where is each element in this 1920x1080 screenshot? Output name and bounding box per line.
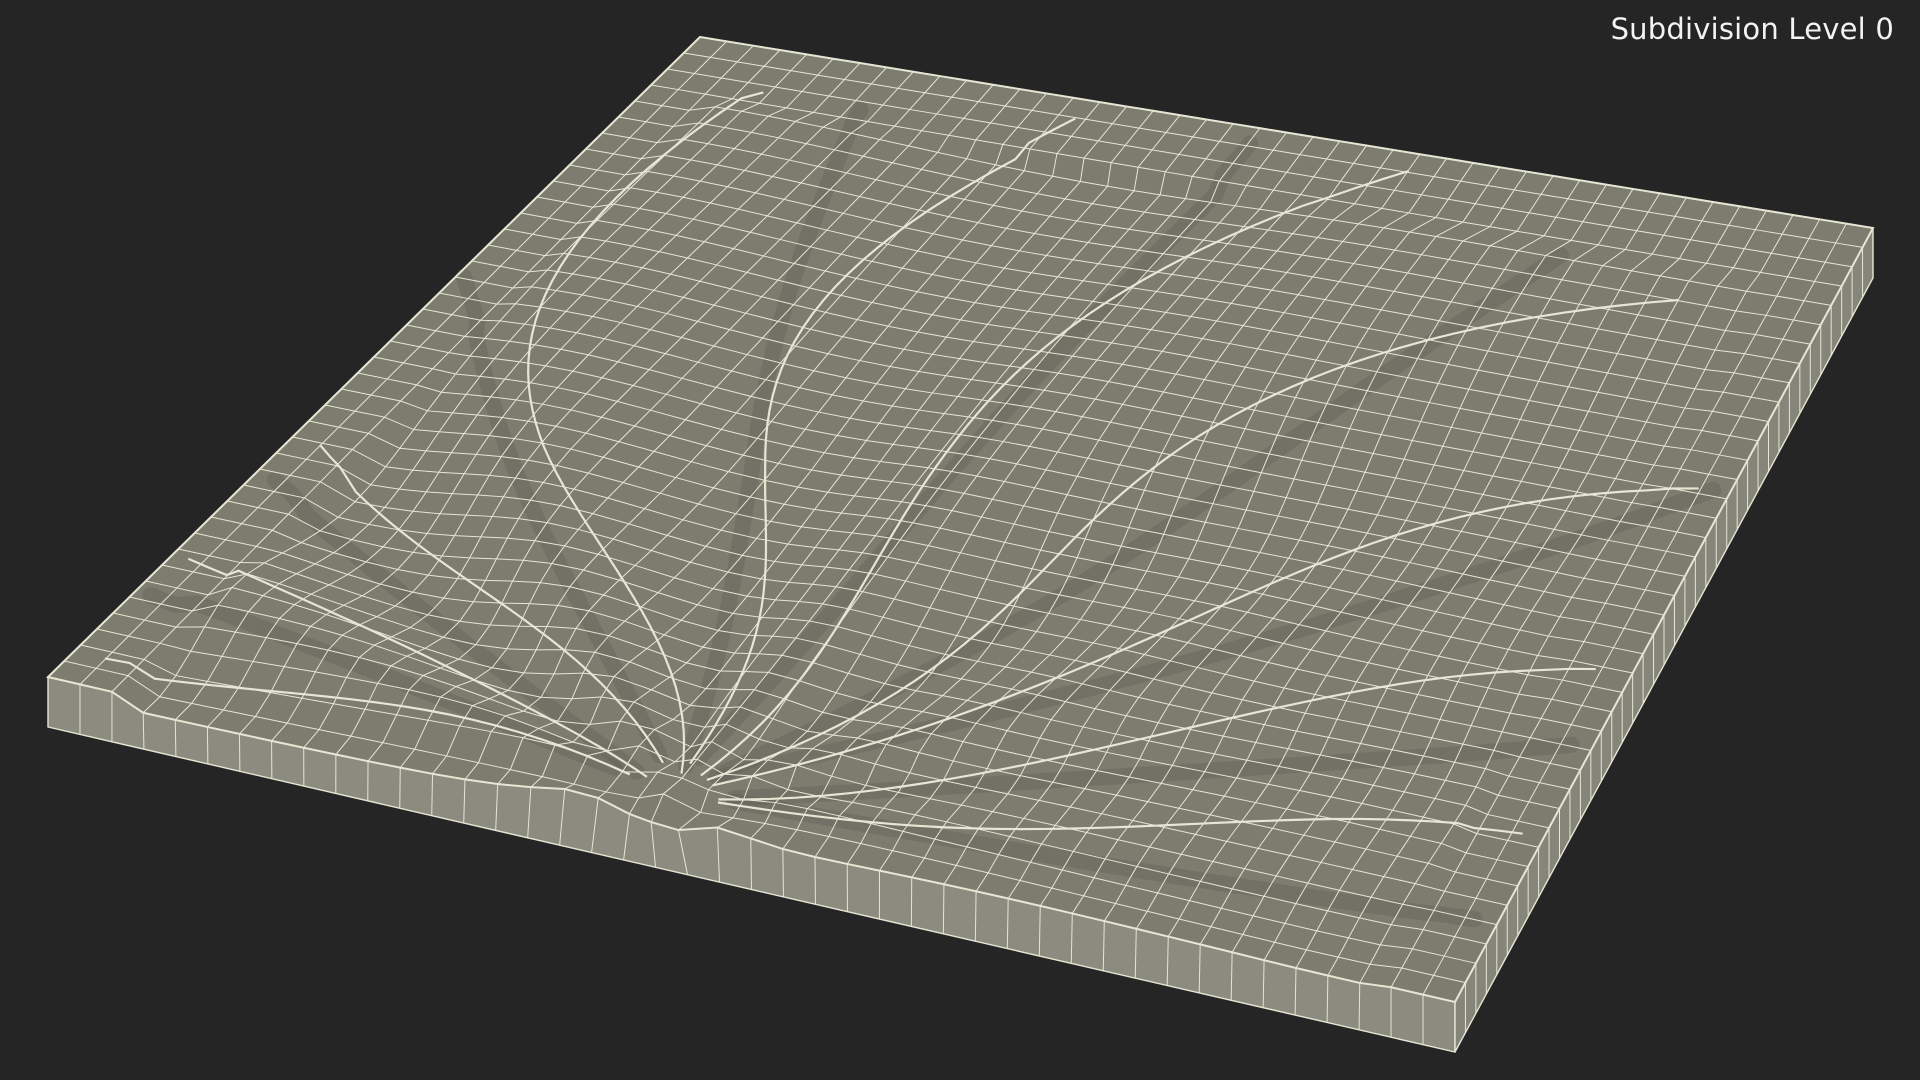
- side-edge: [174, 719, 177, 757]
- subdivision-level-label: Subdivision Level 0: [1610, 12, 1894, 46]
- side-edge: [942, 884, 945, 934]
- wireframe-mesh: [45, 35, 1875, 1053]
- side-edge: [1358, 982, 1361, 1030]
- side-edge: [782, 848, 784, 897]
- side-edge: [206, 726, 209, 764]
- 3d-viewport[interactable]: Subdivision Level 0: [0, 0, 1920, 1080]
